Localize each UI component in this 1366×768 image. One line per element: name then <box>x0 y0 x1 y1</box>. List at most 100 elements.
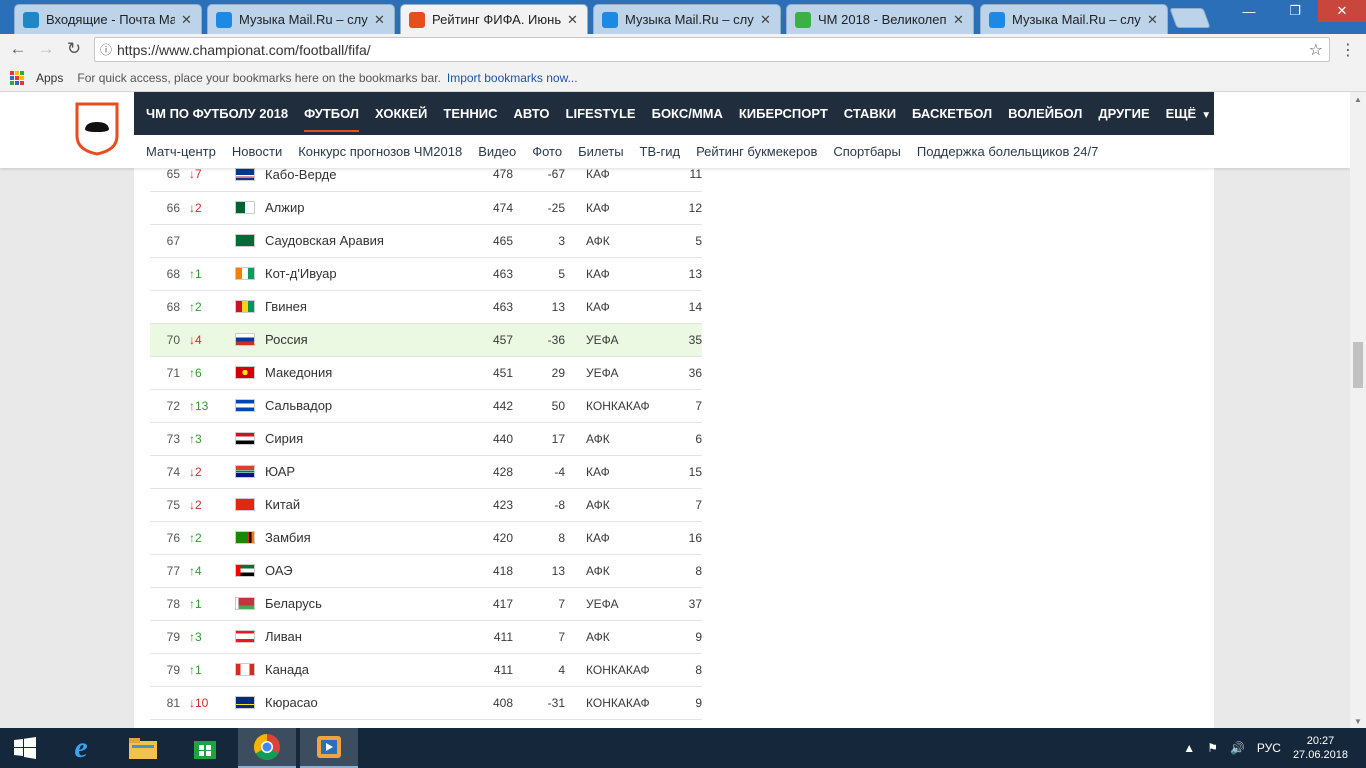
rank-change-value: 3 <box>195 629 202 644</box>
tab-close-icon[interactable]: ✕ <box>1147 12 1159 28</box>
country-name[interactable]: Беларусь <box>265 587 455 620</box>
browser-menu-icon[interactable]: ⋮ <box>1340 40 1356 60</box>
sub-nav-item[interactable]: Спортбары <box>833 144 901 159</box>
page-info-icon[interactable]: ⓘ <box>95 41 117 58</box>
country-name[interactable]: ЮАР <box>265 455 455 488</box>
sub-nav-item[interactable]: Фото <box>532 144 562 159</box>
confederation-rank-cell: 7 <box>695 497 702 512</box>
address-url[interactable]: https://www.championat.com/football/fifa… <box>117 42 371 58</box>
back-arrow-icon[interactable]: ← <box>6 37 30 61</box>
browser-tab[interactable]: Входящие - Почта Mail.R ✕ <box>14 4 202 34</box>
main-nav-item[interactable]: ТЕННИС <box>443 106 497 121</box>
points-diff-cell: 13 <box>551 563 565 578</box>
main-nav-item[interactable]: БАСКЕТБОЛ <box>912 106 992 121</box>
tab-close-icon[interactable]: ✕ <box>760 12 772 28</box>
points-cell: 420 <box>492 530 513 545</box>
browser-tab[interactable]: Музыка Mail.Ru – слуша ✕ <box>593 4 781 34</box>
browser-tab[interactable]: Музыка Mail.Ru – слуша ✕ <box>207 4 395 34</box>
main-nav-item[interactable]: СТАВКИ <box>844 106 896 121</box>
tab-close-icon[interactable]: ✕ <box>374 12 386 28</box>
volume-icon[interactable]: 🔊 <box>1230 741 1245 755</box>
country-name[interactable]: Замбия <box>265 521 455 554</box>
main-nav-item[interactable]: ФУТБОЛ <box>304 95 360 132</box>
sub-nav-item[interactable]: Рейтинг букмекеров <box>696 144 817 159</box>
apps-shortcut[interactable]: Apps <box>36 71 63 85</box>
browser-tab[interactable]: Музыка Mail.Ru – слуша ✕ <box>980 4 1168 34</box>
scrollbar-thumb[interactable] <box>1353 342 1363 389</box>
main-nav-item[interactable]: LIFESTYLE <box>566 106 636 121</box>
media-player-icon[interactable] <box>300 728 358 768</box>
main-nav-item[interactable]: АВТО <box>514 106 550 121</box>
store-icon[interactable] <box>178 728 232 768</box>
country-name[interactable]: Канада <box>265 653 455 686</box>
main-nav-item[interactable]: КИБЕРСПОРТ <box>739 106 828 121</box>
file-explorer-icon[interactable] <box>116 728 170 768</box>
sub-nav-item[interactable]: Билеты <box>578 144 623 159</box>
main-nav-item[interactable]: БОКС/ММА <box>652 106 723 121</box>
sub-nav-item[interactable]: ТВ-гид <box>640 144 681 159</box>
main-nav-label: ЧМ ПО ФУТБОЛУ 2018 <box>146 106 289 121</box>
site-header: ЧМ ПО ФУТБОЛУ 2018 ФУТБОЛ ХОККЕЙ ТЕННИС АВТО… <box>0 92 1350 168</box>
country-name[interactable]: Ливан <box>265 620 455 653</box>
confederation-cell: КОНКАКАФ <box>586 662 650 677</box>
country-name[interactable]: Саудовская Аравия <box>265 224 455 257</box>
window-close-button[interactable]: ✕ <box>1318 0 1366 22</box>
import-bookmarks-link[interactable]: Import bookmarks now... <box>447 71 578 85</box>
windows-start-icon[interactable] <box>0 728 50 768</box>
bookmark-star-icon[interactable]: ☆ <box>1309 40 1323 60</box>
sub-nav-item[interactable]: Видео <box>478 144 516 159</box>
fifa-rating-table: 65 ↓7 Кабо-Верде 478 -67 КАФ 11 66 ↓2 Алжир 474 -25… <box>150 158 702 720</box>
tab-close-icon[interactable]: ✕ <box>181 12 193 28</box>
scroll-down-arrow-icon[interactable]: ▼ <box>1350 714 1366 728</box>
network-flag-icon[interactable]: ⚑ <box>1207 741 1218 755</box>
tab-close-icon[interactable]: ✕ <box>567 12 579 28</box>
flag-cabo-verde-icon <box>235 167 255 181</box>
sheet-icon <box>795 11 811 28</box>
sub-nav-item[interactable]: Матч-центр <box>146 144 216 159</box>
championat-logo-icon[interactable] <box>75 102 119 156</box>
tray-expand-icon[interactable]: ▲ <box>1183 741 1195 755</box>
confederation-rank-cell: 13 <box>688 266 702 281</box>
country-name[interactable]: Россия <box>265 323 455 356</box>
page-scrollbar[interactable]: ▲ ▼ <box>1350 92 1366 728</box>
sub-nav-item[interactable]: Новости <box>232 144 282 159</box>
country-name[interactable]: Кот-д'Ивуар <box>265 257 455 290</box>
internet-explorer-icon[interactable]: e <box>56 728 106 768</box>
restore-button[interactable]: ❐ <box>1272 0 1318 22</box>
address-bar[interactable]: ⓘ https://www.championat.com/football/fi… <box>94 37 1330 62</box>
country-name[interactable]: ОАЭ <box>265 554 455 587</box>
new-tab-button[interactable] <box>1169 8 1211 28</box>
reload-icon[interactable]: ↻ <box>62 37 86 61</box>
country-name[interactable]: Алжир <box>265 191 455 224</box>
country-name[interactable]: Кюрасао <box>265 686 455 719</box>
sub-nav-item[interactable]: Конкурс прогнозов ЧМ2018 <box>298 144 462 159</box>
country-name[interactable]: Китай <box>265 488 455 521</box>
main-nav-item[interactable]: ЕЩЁ ▼ <box>1166 106 1212 121</box>
browser-tab[interactable]: ЧМ 2018 - Великолепны ✕ <box>786 4 974 34</box>
scroll-up-arrow-icon[interactable]: ▲ <box>1350 92 1366 106</box>
input-language[interactable]: РУС <box>1257 741 1281 755</box>
tab-close-icon[interactable]: ✕ <box>953 12 965 28</box>
main-nav-item[interactable]: ЧМ ПО ФУТБОЛУ 2018 <box>146 106 288 121</box>
flag-guinea-icon <box>235 300 255 313</box>
apps-grid-icon[interactable] <box>10 70 24 85</box>
country-name[interactable]: Гвинея <box>265 290 455 323</box>
main-nav-item[interactable]: ВОЛЕЙБОЛ <box>1008 106 1082 121</box>
country-name[interactable]: Сальвадор <box>265 389 455 422</box>
browser-tab[interactable]: Рейтинг ФИФА. Июнь 20 ✕ <box>400 4 588 34</box>
confederation-cell: АФК <box>586 431 610 446</box>
forward-arrow-icon[interactable]: → <box>34 37 58 61</box>
flag-cell <box>235 257 265 290</box>
rank-change-cell: ↑3 <box>180 422 235 455</box>
main-nav-item[interactable]: ХОККЕЙ <box>375 106 427 121</box>
rank-change-cell: ↓2 <box>180 191 235 224</box>
sub-nav-item[interactable]: Поддержка болельщиков 24/7 <box>917 144 1098 159</box>
minimize-button[interactable]: — <box>1226 0 1272 22</box>
country-name[interactable]: Сирия <box>265 422 455 455</box>
country-name[interactable]: Македония <box>265 356 455 389</box>
chrome-icon[interactable] <box>238 728 296 768</box>
main-nav-label: ВОЛЕЙБОЛ <box>1008 106 1083 121</box>
clock[interactable]: 20:27 27.06.2018 <box>1293 734 1348 762</box>
user-profile-icon[interactable] <box>1222 99 1252 129</box>
main-nav-item[interactable]: ДРУГИЕ <box>1098 106 1149 121</box>
